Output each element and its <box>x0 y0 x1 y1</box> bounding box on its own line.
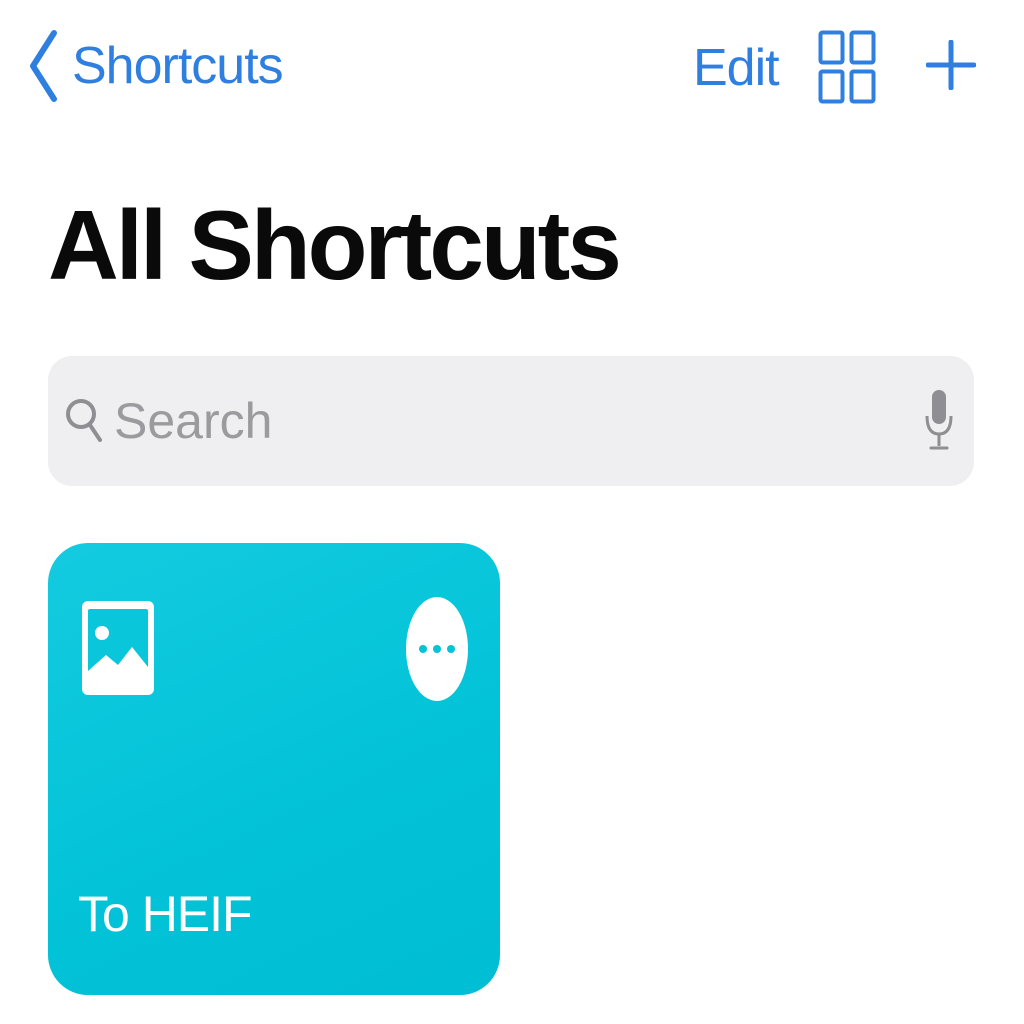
back-button-label: Shortcuts <box>72 37 284 95</box>
more-options-button[interactable] <box>406 597 468 701</box>
edit-button[interactable]: Edit <box>693 38 780 98</box>
search-bar[interactable] <box>48 356 974 486</box>
add-shortcut-button[interactable] <box>925 39 977 91</box>
grid-view-button[interactable] <box>818 30 876 104</box>
back-button[interactable]: Shortcuts <box>28 28 284 104</box>
search-input[interactable] <box>114 386 914 456</box>
grid-icon <box>818 30 876 104</box>
search-icon <box>66 399 102 442</box>
photo-icon <box>82 601 154 695</box>
shortcut-name: To HEIF <box>78 886 253 942</box>
ellipsis-icon <box>419 645 455 653</box>
page-title: All Shortcuts <box>48 190 622 300</box>
shortcuts-screen: Shortcuts Edit All Shortcuts Search To H… <box>0 0 1024 1024</box>
plus-icon <box>925 39 977 91</box>
chevron-left-icon <box>30 30 57 102</box>
microphone-icon[interactable] <box>924 388 954 452</box>
navigation-bar: Shortcuts Edit <box>0 0 1024 140</box>
shortcut-tile[interactable]: To HEIF <box>48 543 500 995</box>
